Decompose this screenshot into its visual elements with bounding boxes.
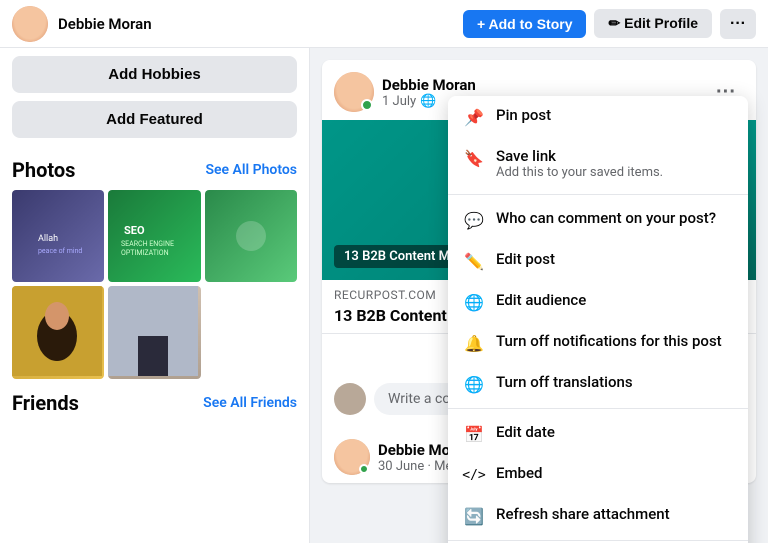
menu-item-edit-post[interactable]: ✏️ Edit post — [448, 240, 748, 281]
menu-sublabel-save-link: Add this to your saved items. — [496, 165, 732, 180]
dropdown-menu: 📌 Pin post 🔖 Save link Add this to your … — [448, 96, 748, 543]
menu-text-edit-post: Edit post — [496, 250, 732, 268]
photo-thumb-3[interactable] — [205, 190, 297, 282]
see-all-friends-link[interactable]: See All Friends — [203, 395, 297, 411]
photo-thumb-4[interactable] — [12, 286, 104, 378]
photo-thumb-5[interactable] — [108, 286, 200, 378]
see-all-photos-link[interactable]: See All Photos — [205, 162, 297, 178]
svg-text:peace of mind: peace of mind — [38, 247, 82, 255]
header-username: Debbie Moran — [58, 15, 463, 33]
menu-item-turn-off-notif[interactable]: 🔔 Turn off notifications for this post — [448, 322, 748, 363]
content-area: Debbie Moran 1 July 🌐 ··· 13 B2B Content… — [310, 48, 768, 543]
embed-icon: </> — [464, 465, 484, 485]
menu-label-turn-off-translation: Turn off translations — [496, 373, 732, 391]
menu-text-edit-audience: Edit audience — [496, 291, 732, 309]
menu-label-edit-date: Edit date — [496, 423, 732, 441]
menu-item-who-comment[interactable]: 💬 Who can comment on your post? — [448, 199, 748, 240]
svg-text:OPTIMIZATION: OPTIMIZATION — [121, 249, 169, 256]
edit-profile-button[interactable]: ✏ Edit Profile — [594, 9, 712, 38]
menu-text-turn-off-notif: Turn off notifications for this post — [496, 332, 732, 350]
header-actions: + Add to Story ✏ Edit Profile ··· — [463, 9, 756, 39]
photos-grid: Allah peace of mind SEO SEARCH ENGINEOPTIM… — [12, 190, 297, 379]
menu-label-pin: Pin post — [496, 106, 732, 124]
menu-text-pin: Pin post — [496, 106, 732, 124]
online-indicator — [361, 99, 373, 111]
menu-label-embed: Embed — [496, 464, 732, 482]
more-options-button[interactable]: ··· — [720, 9, 756, 39]
menu-label-turn-off-notif: Turn off notifications for this post — [496, 332, 732, 350]
header-avatar — [12, 6, 48, 42]
bookmark-icon: 🔖 — [464, 148, 484, 168]
photos-section-header: Photos See All Photos — [12, 158, 297, 182]
menu-text-refresh: Refresh share attachment — [496, 505, 732, 523]
comment-icon: 💬 — [464, 210, 484, 230]
menu-label-save-link: Save link — [496, 147, 732, 165]
menu-item-edit-audience[interactable]: 🌐 Edit audience — [448, 281, 748, 322]
friends-section-header: Friends See All Friends — [12, 391, 297, 415]
menu-label-edit-post: Edit post — [496, 250, 732, 268]
menu-item-embed[interactable]: </> Embed — [448, 454, 748, 495]
menu-text-who-comment: Who can comment on your post? — [496, 209, 732, 227]
post2-online-indicator — [359, 464, 369, 474]
post-username: Debbie Moran — [382, 76, 476, 94]
post-image-overlay: 13 B2B Content M — [334, 245, 460, 268]
menu-text-embed: Embed — [496, 464, 732, 482]
edit-icon: ✏️ — [464, 251, 484, 271]
menu-divider-2 — [448, 408, 748, 409]
svg-text:SEO: SEO — [124, 224, 145, 237]
refresh-icon: 🔄 — [464, 506, 484, 526]
menu-text-save-link: Save link Add this to your saved items. — [496, 147, 732, 180]
notification-off-icon: 🔔 — [464, 333, 484, 353]
post2-avatar — [334, 439, 370, 475]
add-to-story-button[interactable]: + Add to Story — [463, 10, 587, 38]
friends-title: Friends — [12, 391, 79, 415]
photos-title: Photos — [12, 158, 75, 182]
menu-item-edit-date[interactable]: 📅 Edit date — [448, 413, 748, 454]
add-featured-button[interactable]: Add Featured — [12, 101, 297, 138]
menu-label-edit-audience: Edit audience — [496, 291, 732, 309]
svg-text:SEARCH ENGINE: SEARCH ENGINE — [121, 240, 174, 248]
photo-thumb-2[interactable]: SEO SEARCH ENGINEOPTIMIZATION — [108, 190, 200, 282]
add-hobbies-button[interactable]: Add Hobbies — [12, 56, 297, 93]
menu-item-turn-off-translation[interactable]: 🌐 Turn off translations — [448, 363, 748, 404]
comment-avatar — [334, 383, 366, 415]
sidebar: Add Hobbies Add Featured Photos See All … — [0, 48, 310, 543]
pin-icon: 📌 — [464, 107, 484, 127]
main-content: Add Hobbies Add Featured Photos See All … — [0, 48, 768, 543]
menu-label-refresh: Refresh share attachment — [496, 505, 732, 523]
photo-thumb-1[interactable]: Allah peace of mind — [12, 190, 104, 282]
menu-text-turn-off-translation: Turn off translations — [496, 373, 732, 391]
post-avatar — [334, 72, 374, 112]
post-globe-icon: 🌐 — [420, 94, 436, 109]
menu-item-refresh[interactable]: 🔄 Refresh share attachment — [448, 495, 748, 536]
menu-text-edit-date: Edit date — [496, 423, 732, 441]
post2-username: Debbie Mo — [378, 441, 450, 459]
menu-divider-1 — [448, 194, 748, 195]
translation-icon: 🌐 — [464, 374, 484, 394]
audience-icon: 🌐 — [464, 292, 484, 312]
menu-label-who-comment: Who can comment on your post? — [496, 209, 732, 227]
menu-item-pin[interactable]: 📌 Pin post — [448, 96, 748, 137]
post-date: 1 July — [382, 94, 416, 109]
calendar-icon: 📅 — [464, 424, 484, 444]
svg-text:Allah: Allah — [38, 234, 58, 244]
menu-divider-3 — [448, 540, 748, 541]
header: Debbie Moran + Add to Story ✏ Edit Profi… — [0, 0, 768, 48]
menu-item-save-link[interactable]: 🔖 Save link Add this to your saved items… — [448, 137, 748, 190]
